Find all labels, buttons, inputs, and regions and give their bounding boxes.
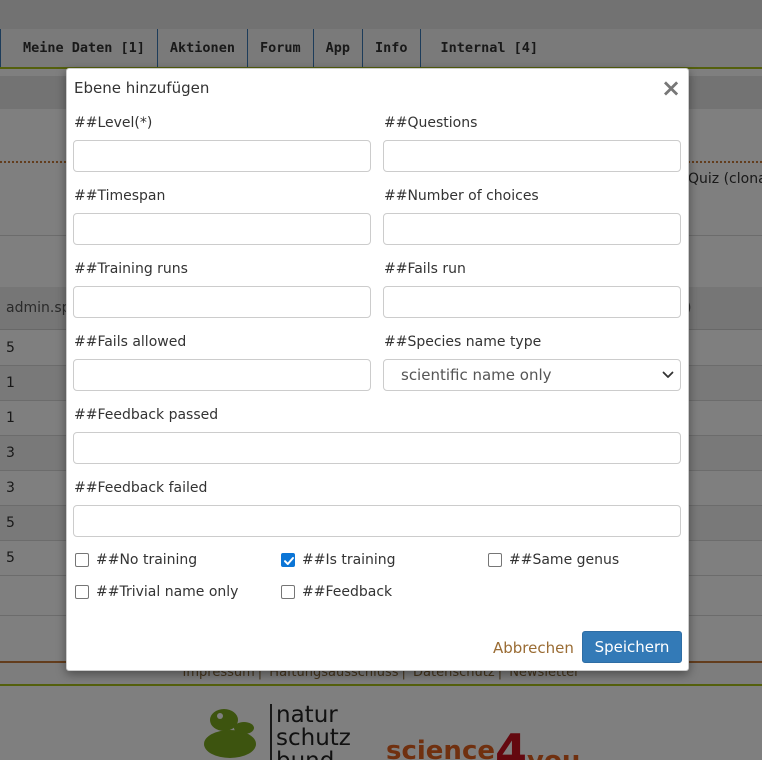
training-runs-input[interactable]: [73, 286, 371, 318]
feedback-failed-input[interactable]: [73, 505, 681, 537]
timespan-label: ##Timespan: [74, 188, 166, 204]
species-name-type-value: scientific name only: [401, 366, 552, 384]
feedback-label: ##Feedback: [302, 584, 393, 600]
level-label: ##Level(*): [74, 115, 153, 131]
fails-allowed-input[interactable]: [73, 359, 371, 391]
is-training-label: ##Is training: [302, 552, 396, 568]
dialog-title: Ebene hinzufügen: [74, 79, 210, 97]
chevron-down-icon: [662, 371, 674, 378]
feedback-passed-input[interactable]: [73, 432, 681, 464]
fails-allowed-label: ##Fails allowed: [74, 334, 187, 350]
add-level-dialog: Ebene hinzufügen × ##Level(*) ##Question…: [66, 68, 689, 671]
save-button[interactable]: Speichern: [582, 631, 682, 663]
timespan-input[interactable]: [73, 213, 371, 245]
fails-run-input[interactable]: [383, 286, 681, 318]
trivial-name-only-label: ##Trivial name only: [96, 584, 239, 600]
training-runs-label: ##Training runs: [74, 261, 188, 277]
feedback-checkbox[interactable]: [281, 585, 295, 599]
close-icon[interactable]: ×: [661, 75, 681, 101]
feedback-passed-label: ##Feedback passed: [74, 407, 219, 423]
checkmark-icon: [284, 557, 294, 565]
same-genus-label: ##Same genus: [509, 552, 620, 568]
questions-label: ##Questions: [384, 115, 478, 131]
fails-run-label: ##Fails run: [384, 261, 466, 277]
level-input[interactable]: [73, 140, 371, 172]
number-of-choices-label: ##Number of choices: [384, 188, 539, 204]
no-training-label: ##No training: [96, 552, 198, 568]
feedback-failed-label: ##Feedback failed: [74, 480, 208, 496]
species-name-type-select[interactable]: scientific name only: [383, 359, 681, 391]
number-of-choices-input[interactable]: [383, 213, 681, 245]
is-training-checkbox[interactable]: [281, 553, 295, 567]
species-name-type-label: ##Species name type: [384, 334, 542, 350]
questions-input[interactable]: [383, 140, 681, 172]
no-training-checkbox[interactable]: [75, 553, 89, 567]
trivial-name-only-checkbox[interactable]: [75, 585, 89, 599]
same-genus-checkbox[interactable]: [488, 553, 502, 567]
cancel-button[interactable]: Abbrechen: [493, 639, 574, 657]
